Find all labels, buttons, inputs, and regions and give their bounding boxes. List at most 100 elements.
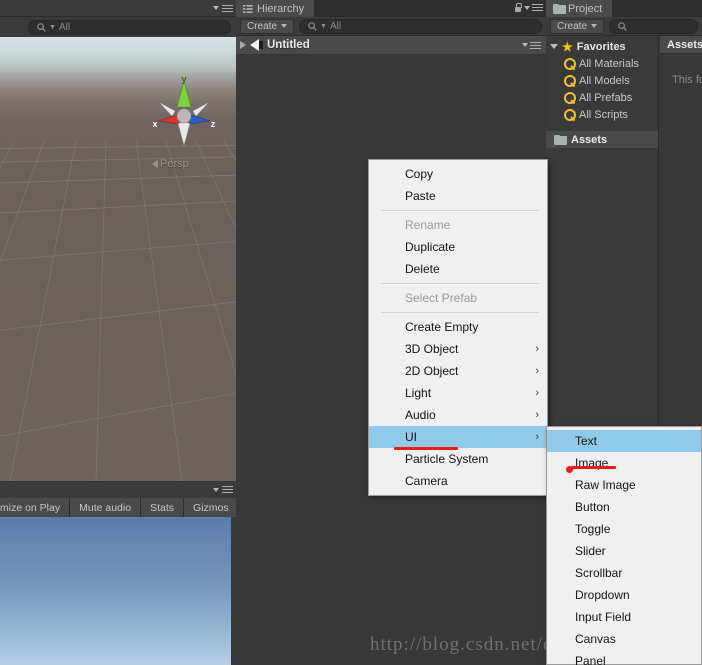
menu-item-3d-object[interactable]: 3D Object ›	[369, 338, 547, 360]
panel-menu-icon[interactable]	[222, 486, 233, 493]
submenu-item-label: Dropdown	[575, 588, 630, 602]
project-favorite-all-materials[interactable]: All Materials	[546, 55, 658, 72]
stats-button[interactable]: Stats	[141, 498, 184, 517]
lock-icon[interactable]	[514, 3, 522, 12]
mute-audio-button[interactable]: Mute audio	[70, 498, 142, 517]
project-empty-message: This folder is empty	[672, 74, 702, 86]
menu-item-label: Create Empty	[405, 320, 479, 334]
scene-projection-label[interactable]: Persp	[152, 158, 189, 170]
project-favorite-all-prefabs[interactable]: All Prefabs	[546, 89, 658, 106]
menu-item-label: Select Prefab	[405, 291, 478, 305]
hierarchy-tabbar: Hierarchy	[236, 0, 546, 17]
project-assets-label: Assets	[571, 133, 608, 146]
submenu-item-input-field[interactable]: Input Field	[547, 606, 701, 628]
submenu-item-scrollbar[interactable]: Scrollbar	[547, 562, 701, 584]
gizmos-label: Gizmos	[193, 501, 229, 514]
search-icon	[308, 21, 317, 31]
game-tabbar	[0, 481, 236, 498]
project-favorites-root[interactable]: ★ Favorites	[546, 38, 658, 55]
menu-item-delete[interactable]: Delete	[369, 258, 547, 280]
maximize-on-play-label: mize on Play	[0, 501, 61, 514]
menu-item-particle-system[interactable]: Particle System	[369, 448, 547, 470]
project-tabbar: Project	[546, 0, 702, 17]
star-icon: ★	[562, 39, 573, 54]
tab-hierarchy-label: Hierarchy	[257, 2, 305, 15]
panel-menu-icon[interactable]	[222, 4, 233, 12]
menu-item-duplicate[interactable]: Duplicate	[369, 236, 547, 258]
hierarchy-context-menu[interactable]: Copy Paste Rename Duplicate Delete Selec…	[368, 159, 548, 496]
menu-item-label: Audio	[405, 408, 436, 422]
menu-item-light[interactable]: Light ›	[369, 382, 547, 404]
game-viewport[interactable]	[0, 517, 231, 665]
project-favorite-label: All Models	[579, 74, 630, 87]
menu-item-label: UI	[405, 430, 417, 444]
chevron-right-icon: ›	[535, 365, 539, 377]
gizmos-button[interactable]: Gizmos	[184, 498, 239, 517]
scene-orientation-gizmo[interactable]: y x z	[146, 75, 222, 151]
submenu-item-toggle[interactable]: Toggle	[547, 518, 701, 540]
menu-item-label: Light	[405, 386, 432, 400]
submenu-item-raw-image[interactable]: Raw Image	[547, 474, 701, 496]
menu-item-2d-object[interactable]: 2D Object ›	[369, 360, 547, 382]
menu-separator	[381, 312, 539, 313]
chevron-down-icon[interactable]	[213, 487, 219, 492]
game-view-panel: mize on Play Mute audio Stats Gizmos	[0, 481, 254, 665]
maximize-on-play-button[interactable]: mize on Play	[0, 498, 71, 517]
svg-text:z: z	[211, 119, 216, 129]
chevron-down-icon[interactable]	[522, 43, 528, 47]
project-toolbar: Create	[546, 17, 702, 36]
project-favorites-label: Favorites	[576, 40, 626, 53]
submenu-item-dropdown[interactable]: Dropdown	[547, 584, 701, 606]
project-favorite-all-models[interactable]: All Models	[546, 72, 658, 89]
breadcrumb[interactable]: Assets	[660, 36, 702, 54]
expand-triangle-icon[interactable]	[240, 41, 246, 49]
chevron-down-icon[interactable]	[213, 6, 219, 10]
hierarchy-scene-row[interactable]: Untitled	[236, 36, 546, 55]
mute-audio-label: Mute audio	[79, 501, 132, 514]
project-create-button[interactable]: Create	[550, 18, 605, 34]
project-search-input[interactable]	[609, 18, 698, 34]
submenu-item-text[interactable]: Text	[547, 430, 701, 452]
menu-item-camera[interactable]: Camera	[369, 470, 547, 492]
annotation-underline-ui	[394, 447, 458, 450]
submenu-item-label: Slider	[575, 544, 606, 558]
panel-menu-icon[interactable]	[532, 4, 543, 11]
scene-search-input[interactable]: ▼ All	[28, 19, 231, 35]
project-create-label: Create	[557, 20, 588, 32]
expand-triangle-icon[interactable]	[550, 44, 558, 49]
search-filter-caret-icon[interactable]: ▼	[49, 24, 56, 31]
scene-viewport[interactable]: y x z Persp	[0, 37, 236, 481]
search-filter-caret-icon[interactable]: ▼	[320, 23, 327, 30]
hierarchy-search-input[interactable]: ▼ All	[299, 18, 542, 34]
project-favorite-label: All Scripts	[579, 108, 628, 121]
chevron-down-icon[interactable]	[524, 5, 530, 10]
saved-search-icon	[564, 109, 576, 121]
ui-submenu[interactable]: Text Image Raw Image Button Toggle Slide…	[546, 426, 702, 665]
menu-item-paste[interactable]: Paste	[369, 185, 547, 207]
tab-project[interactable]: Project	[546, 0, 614, 17]
hierarchy-icon	[243, 4, 253, 13]
tab-hierarchy[interactable]: Hierarchy	[236, 0, 316, 17]
submenu-item-label: Panel	[575, 654, 606, 665]
hierarchy-create-button[interactable]: Create	[240, 18, 295, 34]
menu-item-copy[interactable]: Copy	[369, 163, 547, 185]
submenu-item-button[interactable]: Button	[547, 496, 701, 518]
submenu-item-label: Scrollbar	[575, 566, 623, 580]
menu-item-create-empty[interactable]: Create Empty	[369, 316, 547, 338]
menu-item-label: Delete	[405, 262, 440, 276]
tab-project-label: Project	[568, 2, 603, 15]
submenu-item-slider[interactable]: Slider	[547, 540, 701, 562]
submenu-item-label: Toggle	[575, 522, 611, 536]
folder-icon	[554, 134, 567, 145]
scene-menu-icon[interactable]	[530, 41, 541, 49]
annotation-underline-image	[571, 466, 616, 469]
menu-item-audio[interactable]: Audio ›	[369, 404, 547, 426]
project-favorite-all-scripts[interactable]: All Scripts	[546, 106, 658, 123]
projection-mode-text: Persp	[160, 158, 189, 170]
submenu-item-panel[interactable]: Panel	[547, 650, 701, 665]
folder-icon	[553, 4, 566, 14]
chevron-down-icon	[591, 24, 598, 28]
submenu-item-canvas[interactable]: Canvas	[547, 628, 701, 650]
project-assets-folder[interactable]: Assets	[546, 131, 658, 148]
menu-item-ui[interactable]: UI ›	[369, 426, 547, 448]
